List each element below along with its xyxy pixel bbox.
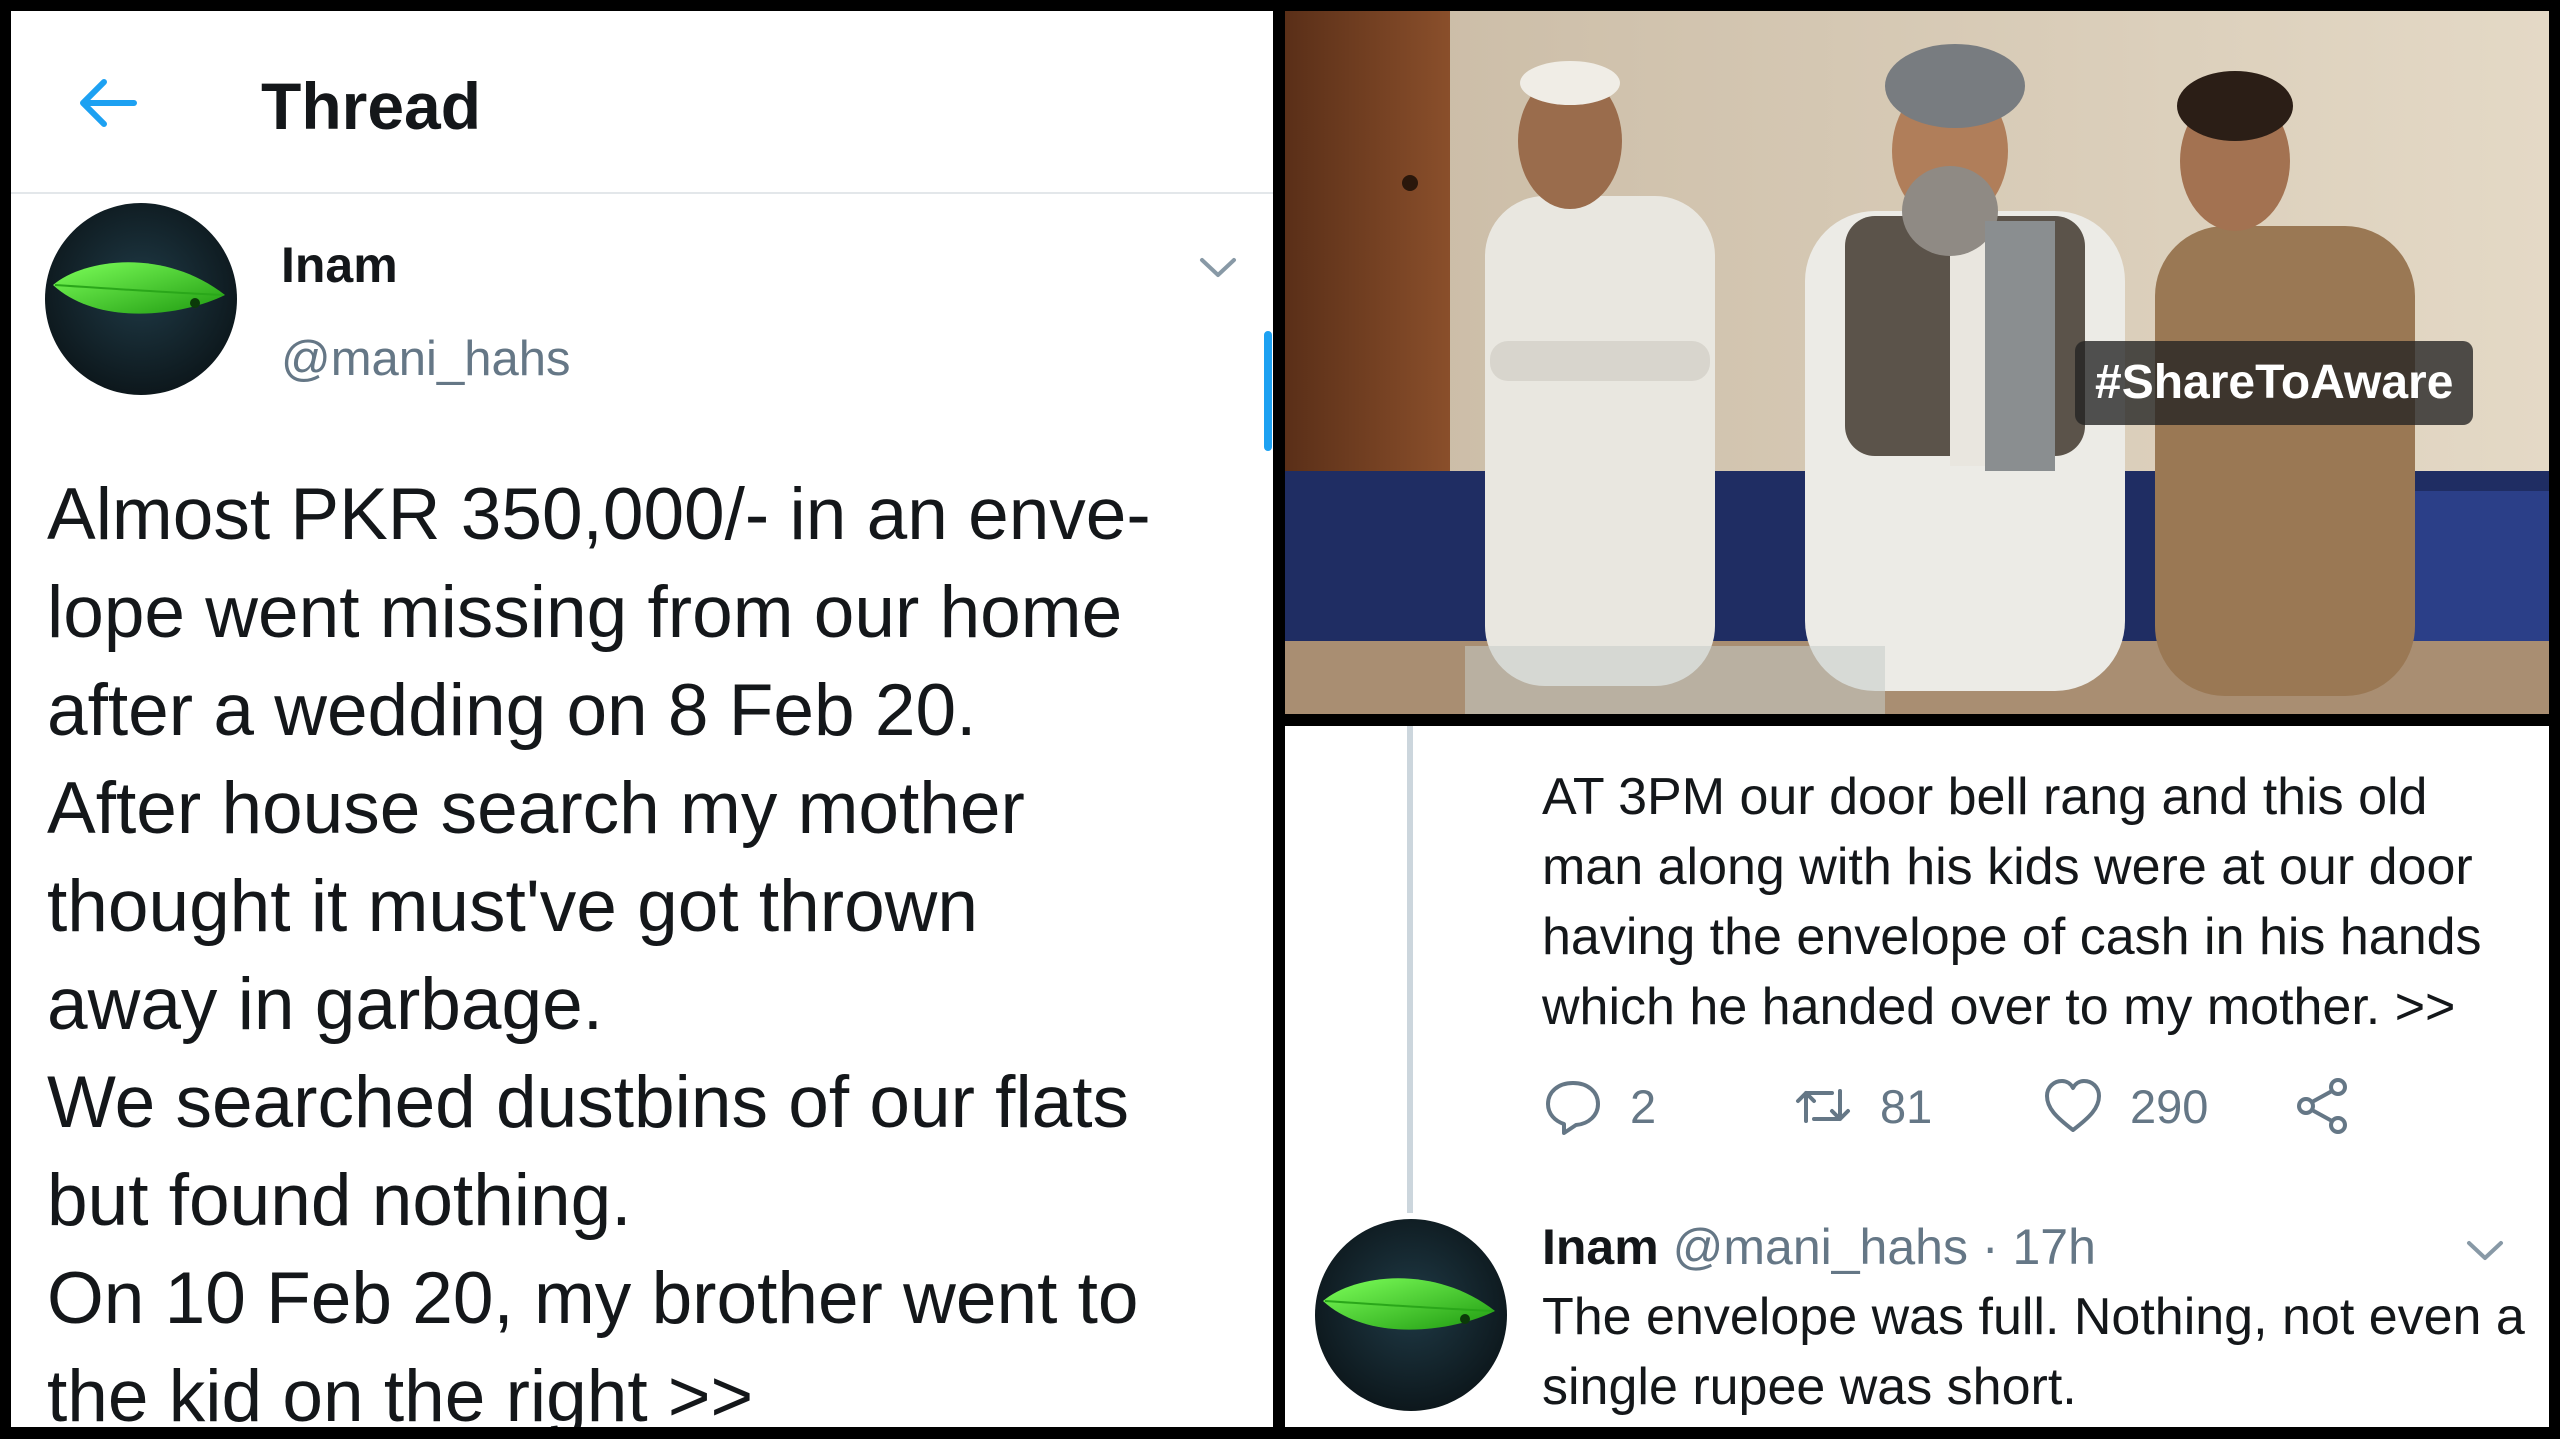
avatar[interactable] <box>1315 1219 1507 1411</box>
tweet-text-line: lope went missing from our home <box>47 572 1123 653</box>
author-handle[interactable]: @mani_hahs <box>1673 1219 1968 1275</box>
chevron-down-icon[interactable] <box>1194 243 1242 291</box>
tweet-text-line: Almost PKR 350,000/- in an enve- <box>47 474 1151 555</box>
reply-tweets-panel: AT 3PM our door bell rang and this old m… <box>1285 726 2549 1427</box>
tweet-text-line: On 10 Feb 20, my brother went to <box>47 1258 1139 1339</box>
author-name[interactable]: Inam <box>1542 1219 1659 1275</box>
avatar[interactable] <box>45 203 237 395</box>
arrow-left-icon[interactable] <box>68 64 146 142</box>
heart-icon <box>2045 1079 2101 1132</box>
like-count: 290 <box>2130 1079 2209 1133</box>
chevron-down-icon[interactable] <box>2461 1226 2509 1274</box>
page-title: Thread <box>261 69 482 143</box>
share-icon <box>2297 1078 2347 1134</box>
tweet-text-line: After house search my mother <box>47 768 1025 849</box>
reply-header: Inam @mani_hahs · 17h <box>1542 1214 2096 1280</box>
tweet-text-line: away in garbage. <box>47 964 603 1045</box>
tweet-text-line: We searched dustbins of our flats <box>47 1062 1130 1143</box>
thread-header: Thread <box>11 11 1273 194</box>
retweet-count: 81 <box>1880 1079 1933 1133</box>
tweet-text: Almost PKR 350,000/- in an enve- lope we… <box>47 466 1267 1427</box>
tweet-text-line: the kid on the right >> <box>47 1356 754 1427</box>
author-name[interactable]: Inam <box>281 235 398 295</box>
meta-separator: · <box>1981 1219 1999 1275</box>
retweet-icon <box>1796 1089 1850 1123</box>
reply-icon <box>1546 1081 1600 1135</box>
reply-button[interactable]: 2 <box>1542 1071 1656 1141</box>
like-button[interactable]: 290 <box>2042 1071 2208 1141</box>
tweet-timestamp[interactable]: 17h <box>2012 1219 2095 1275</box>
tweet-text-line: thought it must've got thrown <box>47 866 978 947</box>
retweet-button[interactable]: 81 <box>1792 1071 1932 1141</box>
leaf-avatar-icon <box>1315 1219 1507 1411</box>
tweet-photo[interactable]: #ShareToAware <box>1285 11 2549 714</box>
thread-connector-line <box>1407 726 1413 1213</box>
main-tweet-panel: Thread Inam @mani_hahs Almost PKR 350,00… <box>11 11 1273 1427</box>
scrollbar-thumb[interactable] <box>1264 331 1272 451</box>
share-button[interactable] <box>2292 1071 2354 1141</box>
second-reply-text: The envelope was full. Nothing, not even… <box>1542 1288 2525 1416</box>
reply-count: 2 <box>1630 1079 1657 1133</box>
hashtag-overlay: #ShareToAware <box>2075 341 2474 425</box>
tweet-text-line: after a wedding on 8 Feb 20. <box>47 670 977 751</box>
leaf-avatar-icon <box>45 203 237 395</box>
author-handle[interactable]: @mani_hahs <box>281 329 570 389</box>
tweet-actions: 2 81 290 <box>1542 1071 2542 1141</box>
tweet-text-line: but found nothing. <box>47 1160 632 1241</box>
reply-tweet-text: AT 3PM our door bell rang and this old m… <box>1542 768 2482 1036</box>
